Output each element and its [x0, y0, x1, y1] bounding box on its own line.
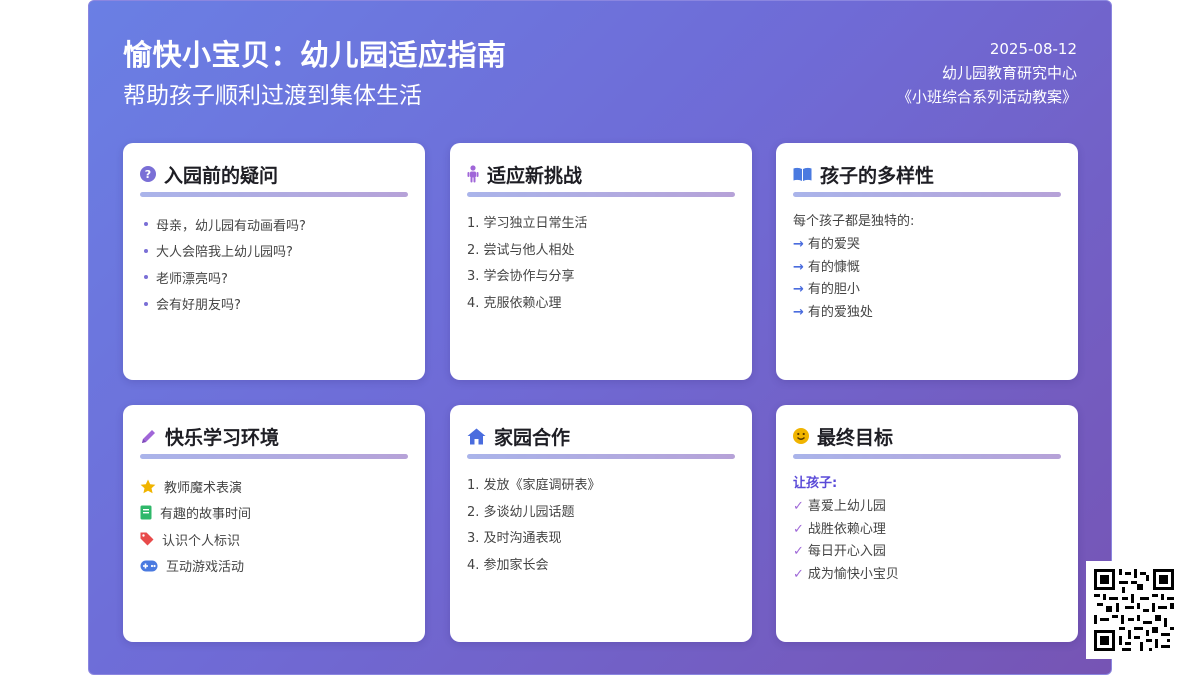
list-item: 母亲，幼儿园有动画看吗? [140, 211, 408, 238]
card-title: 适应新挑战 [487, 164, 583, 187]
card-divider [793, 192, 1061, 197]
list-item: 认识个人标识 [140, 526, 408, 553]
list-item: → 有的爱哭 [793, 236, 860, 252]
card-lead: 让孩子: [793, 476, 838, 491]
smile-icon [793, 428, 809, 444]
pencil-icon [142, 429, 155, 443]
list-item: 3. 学会协作与分享 [467, 269, 575, 284]
card-final-goal: 最终目标 让孩子: ✓ 喜爱上幼儿园 ✓ 战胜依赖心理 ✓ 每日开心入园 ✓ 成为愉快小… [776, 405, 1078, 642]
card-divider [140, 454, 408, 459]
card-home-school: 家园合作 1. 发放《家庭调研表》 2. 多谈幼儿园话题 3. 及时沟通表现 4… [450, 405, 752, 642]
child-icon [467, 165, 479, 183]
list-item: 互动游戏活动 [140, 553, 408, 580]
slide: 愉快小宝贝：幼儿园适应指南 帮助孩子顺利过渡到集体生活 2025-08-12 幼… [88, 0, 1112, 675]
qr-code [1086, 561, 1182, 659]
list-item: ✓ 成为愉快小宝贝 [793, 567, 899, 583]
list-item: ✓ 战胜依赖心理 [793, 521, 886, 537]
card-challenges: 适应新挑战 1. 学习独立日常生活 2. 尝试与他人相处 3. 学会协作与分享 … [450, 143, 752, 380]
header-meta: 2025-08-12 幼儿园教育研究中心 《小班综合系列活动教案》 [897, 37, 1077, 109]
tag-icon [140, 532, 154, 546]
list-item: → 有的胆小 [793, 282, 860, 298]
book-open-icon [793, 167, 812, 181]
list-item: 1. 发放《家庭调研表》 [467, 478, 601, 493]
card-divider [467, 192, 735, 197]
org-label: 幼儿园教育研究中心 [941, 64, 1077, 82]
card-questions: ? 入园前的疑问 母亲，幼儿园有动画看吗? 大人会陪我上幼儿园吗? 老师漂亮吗?… [123, 143, 425, 380]
list-item: ✓ 喜爱上幼儿园 [793, 498, 886, 514]
card-divider [467, 454, 735, 459]
header: 愉快小宝贝：幼儿园适应指南 帮助孩子顺利过渡到集体生活 2025-08-12 幼… [123, 35, 1077, 125]
question-circle-icon: ? [140, 166, 156, 182]
book-icon [140, 505, 152, 520]
list-item: 教师魔术表演 [140, 473, 408, 500]
list-item: 2. 尝试与他人相处 [467, 242, 575, 258]
card-diversity: 孩子的多样性 每个孩子都是独特的: → 有的爱哭 → 有的慷慨 → 有的胆小 → 有的爱… [776, 143, 1078, 380]
card-title: 孩子的多样性 [820, 164, 935, 187]
list-item: 4. 参加家长会 [467, 557, 549, 573]
date-label: 2025-08-12 [989, 40, 1077, 58]
gamepad-icon [140, 560, 158, 572]
star-icon [140, 479, 156, 494]
home-icon [467, 428, 486, 444]
list-item: 大人会陪我上幼儿园吗? [140, 238, 408, 265]
card-environment: 快乐学习环境 教师魔术表演 有趣的故事时间 认识个人标识 互动游戏活动 [123, 405, 425, 642]
card-title: 家园合作 [494, 426, 571, 449]
card-title: 快乐学习环境 [165, 426, 280, 449]
list-item: ✓ 每日开心入园 [793, 544, 886, 560]
qr-code-image [1094, 569, 1174, 651]
list-item: 3. 及时沟通表现 [467, 531, 562, 546]
list-item: → 有的爱独处 [793, 305, 873, 321]
list-item: 2. 多谈幼儿园话题 [467, 504, 575, 520]
card-title: 最终目标 [817, 426, 894, 449]
list-item: 会有好朋友吗? [140, 291, 408, 318]
card-title: 入园前的疑问 [164, 164, 279, 187]
card-divider [793, 454, 1061, 459]
series-label: 《小班综合系列活动教案》 [896, 88, 1077, 106]
list-item: 1. 学习独立日常生活 [467, 216, 588, 231]
list-item: 老师漂亮吗? [140, 264, 408, 291]
svg-text:?: ? [145, 168, 151, 181]
card-lead: 每个孩子都是独特的: [793, 214, 915, 229]
list-item: 有趣的故事时间 [140, 500, 408, 527]
card-divider [140, 192, 408, 197]
list-item: → 有的慷慨 [793, 259, 860, 275]
list-item: 4. 克服依赖心理 [467, 295, 562, 311]
